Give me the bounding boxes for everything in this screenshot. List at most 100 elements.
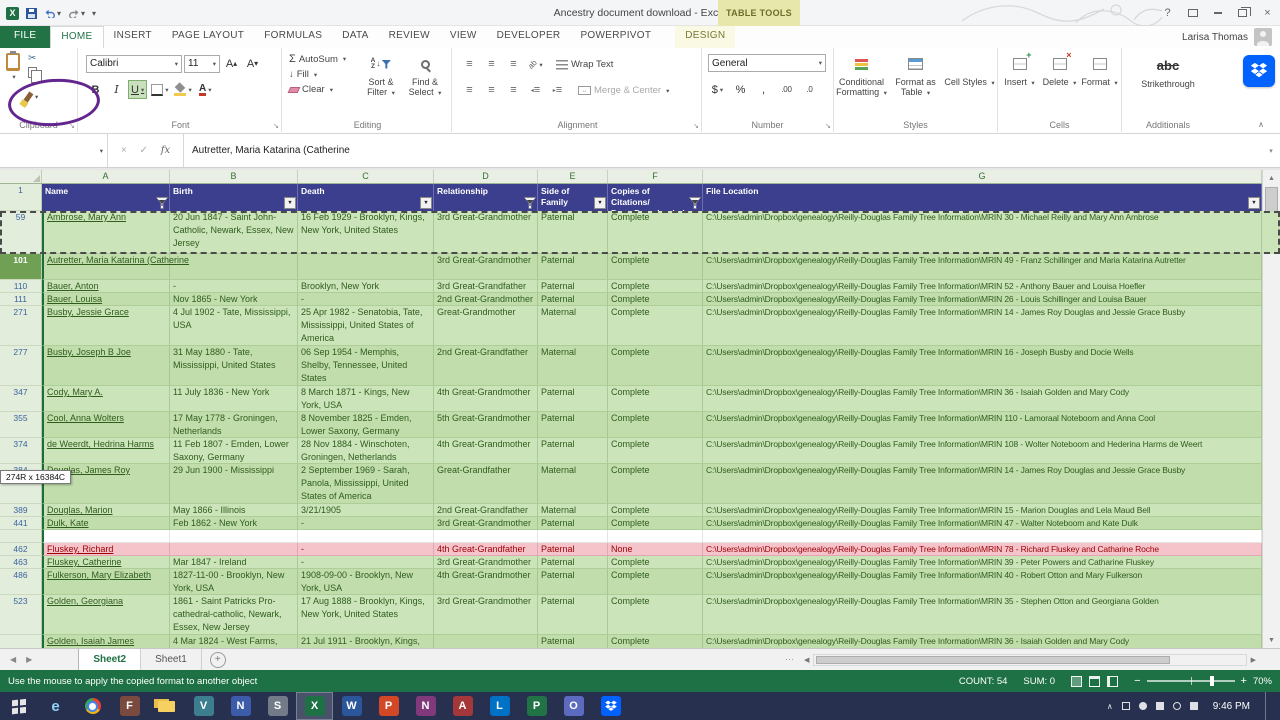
tab-data[interactable]: DATA [332, 26, 378, 48]
app-icon-6[interactable]: P [518, 692, 555, 720]
comma-style-button[interactable]: , [754, 80, 773, 99]
cell-C384[interactable]: 2 September 1969 - Sarah, Panola, Missis… [298, 464, 434, 504]
name-box[interactable]: ▾ [0, 134, 108, 167]
cell-C59[interactable]: 16 Feb 1929 - Brooklyn, Kings, New York,… [298, 211, 434, 254]
ribbon-display-button[interactable] [1180, 0, 1205, 26]
cell-A355[interactable]: Cool, Anna Wolters [42, 412, 170, 438]
cell-D[interactable] [434, 530, 538, 543]
cell-F347[interactable]: Complete [608, 386, 703, 412]
chrome-icon[interactable] [74, 692, 111, 720]
tab-home[interactable]: HOME [50, 26, 103, 48]
cell-G[interactable]: C:\Users\admin\Dropbox\genealogy\Reilly-… [703, 635, 1262, 648]
cell-D111[interactable]: 2nd Great-Grandmother [434, 293, 538, 306]
row-header-441[interactable]: 441 [0, 517, 42, 530]
onenote-icon[interactable]: N [407, 692, 444, 720]
cell-E[interactable] [538, 530, 608, 543]
confirm-entry-icon[interactable]: ✓ [140, 145, 148, 156]
cell-B441[interactable]: Feb 1862 - New York [170, 517, 298, 530]
cell-B355[interactable]: 17 May 1778 - Groningen, Netherlands [170, 412, 298, 438]
table-header-G[interactable]: File Location▼ [703, 184, 1262, 211]
column-header-D[interactable]: D [434, 170, 538, 183]
cell-G355[interactable]: C:\Users\admin\Dropbox\genealogy\Reilly-… [703, 412, 1262, 438]
start-button[interactable] [0, 692, 37, 720]
cell-F441[interactable]: Complete [608, 517, 703, 530]
cell-B389[interactable]: May 1866 - Illinois [170, 504, 298, 517]
collapse-ribbon-button[interactable]: ∧ [1258, 120, 1264, 129]
cell-F374[interactable]: Complete [608, 438, 703, 464]
row-header-347[interactable]: 347 [0, 386, 42, 412]
cell-B111[interactable]: Nov 1865 - New York [170, 293, 298, 306]
insert-cells-button[interactable]: + Insert ▾ [1001, 50, 1039, 116]
tray-icon-5[interactable] [1190, 702, 1198, 710]
dropbox-icon[interactable] [1243, 55, 1275, 87]
cell-B374[interactable]: 11 Feb 1807 - Emden, Lower Saxony, Germa… [170, 438, 298, 464]
cell-G441[interactable]: C:\Users\admin\Dropbox\genealogy\Reilly-… [703, 517, 1262, 530]
tray-chevron-icon[interactable]: ∧ [1107, 702, 1113, 711]
cell-C441[interactable]: - [298, 517, 434, 530]
cell-C389[interactable]: 3/21/1905 [298, 504, 434, 517]
row-header-110[interactable]: 110 [0, 280, 42, 293]
cell-B384[interactable]: 29 Jun 1900 - Mississippi [170, 464, 298, 504]
filter-button-F[interactable] [689, 197, 701, 209]
user-account[interactable]: Larisa Thomas [1182, 26, 1272, 48]
row-header-374[interactable]: 374 [0, 438, 42, 464]
cell-A101[interactable]: Autretter, Maria Katarina (Catherine [42, 254, 170, 280]
dropbox-taskbar-icon[interactable] [592, 692, 629, 720]
table-header-C[interactable]: Death▼ [298, 184, 434, 211]
tray-icon-3[interactable] [1156, 702, 1164, 710]
cell-D374[interactable]: 4th Great-Grandmother [434, 438, 538, 464]
sheet-tab-sheet1[interactable]: Sheet1 [141, 649, 202, 670]
app-icon-2[interactable]: V [185, 692, 222, 720]
cell-C486[interactable]: 1908-09-00 - Brooklyn, New York, USA [298, 569, 434, 595]
qat-customize-button[interactable]: ▾ [92, 9, 96, 18]
cell-A486[interactable]: Fulkerson, Mary Elizabeth [42, 569, 170, 595]
cell-F355[interactable]: Complete [608, 412, 703, 438]
cell-E384[interactable]: Maternal [538, 464, 608, 504]
cell-D486[interactable]: 4th Great-Grandmother [434, 569, 538, 595]
cell-C462[interactable]: - [298, 543, 434, 556]
align-bottom-button[interactable]: ≡ [504, 55, 523, 74]
cell-G463[interactable]: C:\Users\admin\Dropbox\genealogy\Reilly-… [703, 556, 1262, 569]
cell-D389[interactable]: 2nd Great-Grandfather [434, 504, 538, 517]
cell-C277[interactable]: 06 Sep 1954 - Memphis, Shelby, Tennessee… [298, 346, 434, 386]
tab-powerpivot[interactable]: POWERPIVOT [570, 26, 661, 48]
cell-F277[interactable]: Complete [608, 346, 703, 386]
decrease-indent-button[interactable]: ◂≡ [526, 81, 545, 100]
cell-C523[interactable]: 17 Aug 1888 - Brooklyn, Kings, New York,… [298, 595, 434, 635]
cell-B271[interactable]: 4 Jul 1902 - Tate, Mississippi, USA [170, 306, 298, 346]
row-header-x17[interactable] [0, 635, 42, 648]
formula-input[interactable]: Autretter, Maria Katarina (Catherine [184, 134, 1262, 167]
expand-formula-bar-button[interactable]: ▾ [1262, 134, 1280, 167]
increase-indent-button[interactable]: ▸≡ [548, 81, 567, 100]
cell-G384[interactable]: C:\Users\admin\Dropbox\genealogy\Reilly-… [703, 464, 1262, 504]
cell-E[interactable]: Paternal [538, 635, 608, 648]
row-header-463[interactable]: 463 [0, 556, 42, 569]
cell-F59[interactable]: Complete [608, 211, 703, 254]
cell-E277[interactable]: Maternal [538, 346, 608, 386]
tab-review[interactable]: REVIEW [379, 26, 440, 48]
cell-A59[interactable]: Ambrose, Mary Ann [42, 211, 170, 254]
cell-F486[interactable]: Complete [608, 569, 703, 595]
cell-A347[interactable]: Cody, Mary A. [42, 386, 170, 412]
cell-E462[interactable]: Paternal [538, 543, 608, 556]
column-header-B[interactable]: B [170, 170, 298, 183]
cell-C271[interactable]: 25 Apr 1982 - Senatobia, Tate, Mississip… [298, 306, 434, 346]
copy-button[interactable] [28, 67, 37, 78]
tab-developer[interactable]: DEVELOPER [487, 26, 571, 48]
cell-E486[interactable]: Paternal [538, 569, 608, 595]
zoom-slider[interactable] [1147, 680, 1235, 682]
cell-A374[interactable]: de Weerdt, Hedrina Harms [42, 438, 170, 464]
cell-D355[interactable]: 5th Great-Grandmother [434, 412, 538, 438]
cell-B101[interactable] [170, 254, 298, 280]
cell-F110[interactable]: Complete [608, 280, 703, 293]
row-header-486[interactable]: 486 [0, 569, 42, 595]
cell-C355[interactable]: 8 November 1825 - Emden, Lower Saxony, G… [298, 412, 434, 438]
fill-color-button[interactable]: ▾ [172, 80, 193, 99]
cell-C[interactable] [298, 530, 434, 543]
file-explorer-icon[interactable] [148, 692, 185, 720]
tray-icon-4[interactable] [1173, 702, 1181, 710]
cell-D463[interactable]: 3rd Great-Grandmother [434, 556, 538, 569]
cell-D271[interactable]: Great-Grandmother [434, 306, 538, 346]
word-icon[interactable]: W [333, 692, 370, 720]
cell-B[interactable] [170, 530, 298, 543]
